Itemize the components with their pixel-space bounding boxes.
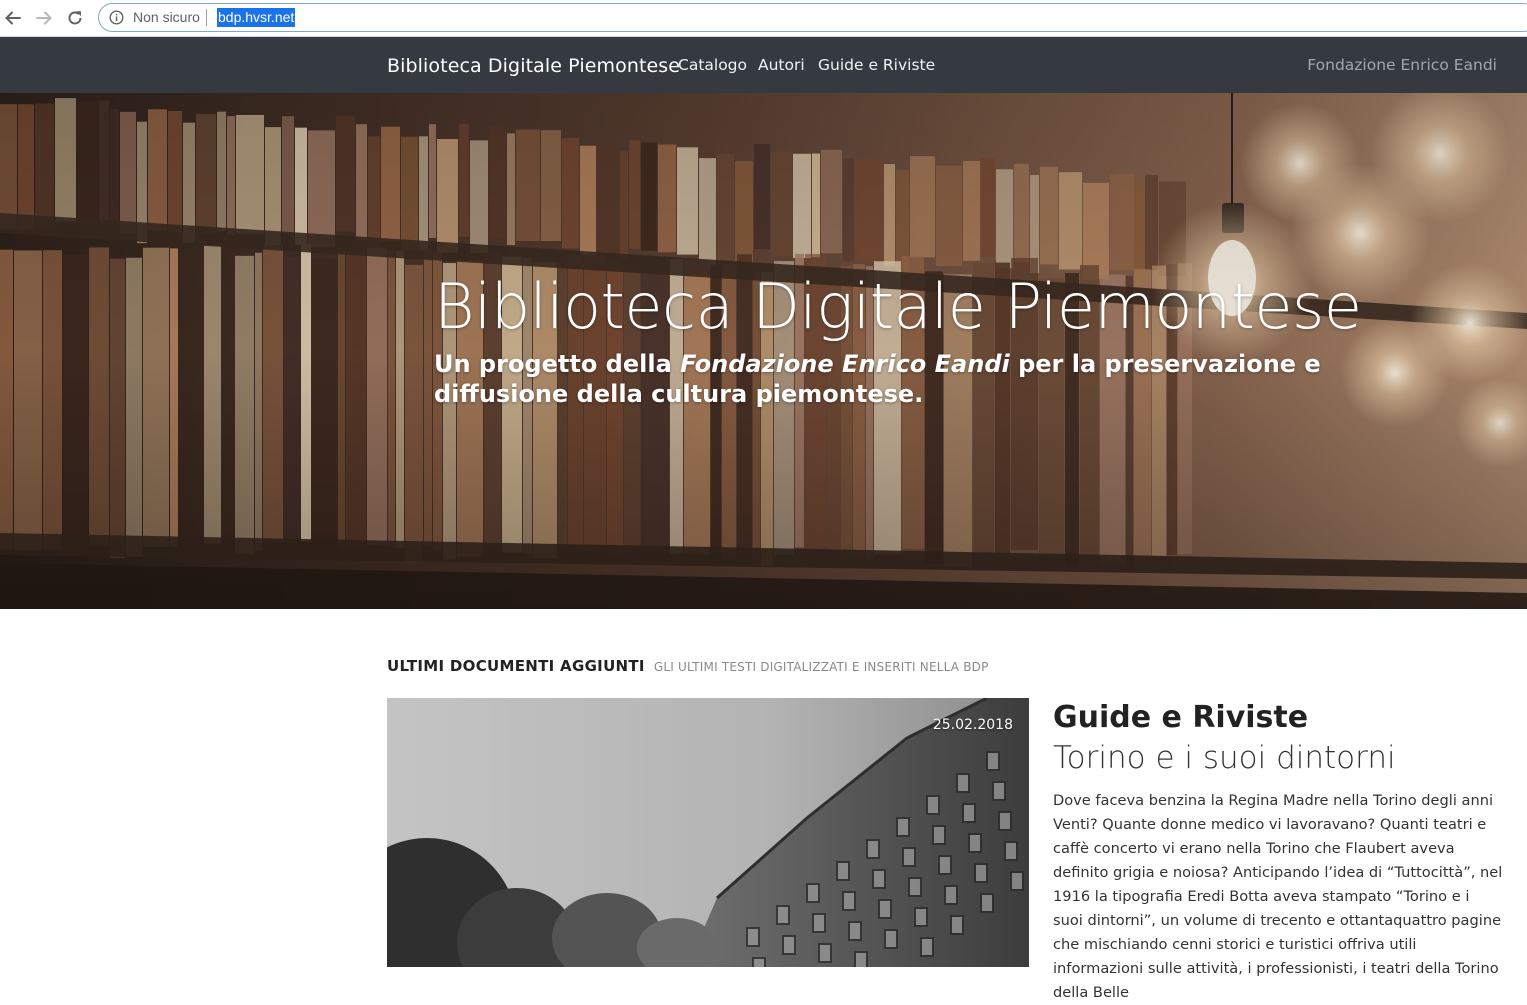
hero-subtitle: Un progetto della Fondazione Enrico Eand… bbox=[434, 349, 1424, 409]
document-description: Dove faceva benzina la Regina Madre nell… bbox=[1053, 792, 1503, 1001]
info-icon[interactable] bbox=[109, 10, 124, 25]
hero-title: Biblioteca Digitale Piemontese bbox=[434, 270, 1362, 343]
address-separator bbox=[206, 9, 207, 26]
section-subtitle: GLI ULTIMI TESTI DIGITALIZZATI E INSERIT… bbox=[653, 660, 989, 674]
nav-link-guide-riviste[interactable]: Guide e Riviste bbox=[818, 56, 935, 74]
security-label[interactable]: Non sicuro bbox=[133, 9, 200, 25]
reload-icon bbox=[68, 11, 82, 25]
forward-button[interactable] bbox=[32, 7, 56, 29]
nav-link-autori[interactable]: Autori bbox=[758, 56, 805, 74]
back-button[interactable] bbox=[1, 7, 25, 29]
latest-documents-header: ULTIMI DOCUMENTI AGGIUNTI GLI ULTIMI TES… bbox=[387, 656, 989, 675]
reload-button[interactable] bbox=[63, 7, 87, 29]
nav-link-catalogo[interactable]: Catalogo bbox=[678, 56, 747, 74]
browser-toolbar: Non sicuro bdp.hvsr.net bbox=[0, 0, 1527, 37]
hero-banner: Biblioteca Digitale Piemontese Un proget… bbox=[0, 93, 1527, 609]
back-arrow-icon bbox=[5, 11, 21, 25]
featured-document-image[interactable]: 25.02.2018 bbox=[387, 698, 1029, 967]
hero-subtitle-start: Un progetto della bbox=[434, 350, 681, 378]
address-bar[interactable]: Non sicuro bdp.hvsr.net bbox=[98, 3, 1527, 32]
navbar-brand[interactable]: Biblioteca Digitale Piemontese bbox=[387, 55, 680, 77]
site-navbar: Biblioteca Digitale Piemontese Catalogo … bbox=[0, 37, 1527, 93]
document-category[interactable]: Guide e Riviste bbox=[1053, 700, 1308, 735]
hero-subtitle-foundation: Fondazione Enrico Eandi bbox=[680, 350, 1010, 378]
document-title[interactable]: Torino e i suoi dintorni bbox=[1053, 740, 1396, 776]
url-text[interactable]: bdp.hvsr.net bbox=[217, 8, 296, 27]
document-date: 25.02.2018 bbox=[932, 717, 1013, 733]
section-title: ULTIMI DOCUMENTI AGGIUNTI bbox=[387, 657, 645, 675]
forward-arrow-icon bbox=[36, 11, 52, 25]
street-photo bbox=[387, 698, 1029, 967]
nav-link-fondazione[interactable]: Fondazione Enrico Eandi bbox=[1307, 56, 1497, 74]
